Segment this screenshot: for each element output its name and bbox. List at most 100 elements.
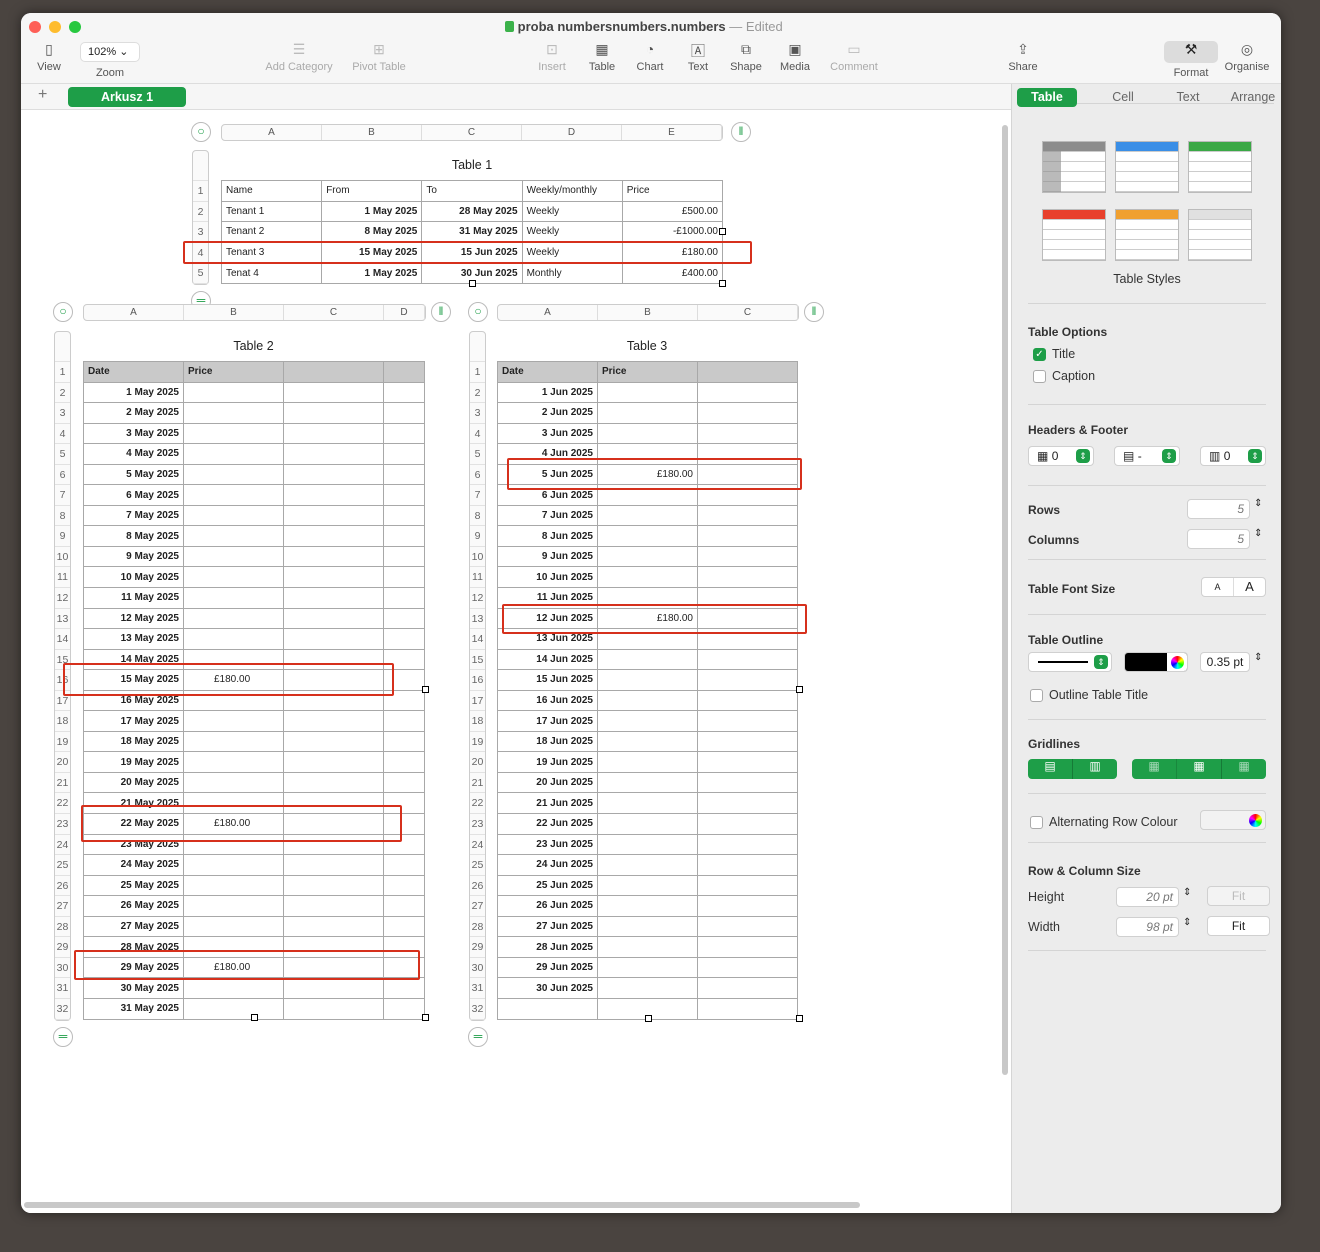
price-cell[interactable] [183, 525, 284, 547]
table-cell[interactable]: Tenat 4 [220, 262, 323, 284]
table-cell[interactable] [283, 874, 384, 897]
table-cell[interactable] [383, 771, 425, 794]
table-cell[interactable] [383, 997, 425, 1020]
price-cell[interactable] [597, 874, 698, 897]
resize-handle[interactable] [719, 228, 726, 235]
row-header-15[interactable]: 15 [470, 650, 485, 671]
tab-table[interactable]: Table [1017, 88, 1077, 107]
table-cell[interactable] [697, 751, 798, 773]
date-cell[interactable]: 29 Jun 2025 [497, 956, 598, 979]
table-cell[interactable] [697, 997, 798, 1020]
row-header-9[interactable]: 9 [55, 526, 70, 547]
row-header-19[interactable]: 19 [55, 732, 70, 753]
table-cell[interactable]: Price [621, 180, 724, 202]
date-cell[interactable]: 27 Jun 2025 [497, 915, 598, 938]
table-cell[interactable] [283, 730, 384, 753]
price-cell[interactable] [597, 771, 698, 794]
row-header-31[interactable]: 31 [470, 978, 485, 999]
date-cell[interactable]: 21 Jun 2025 [497, 792, 598, 815]
vertical-scrollbar[interactable] [1002, 125, 1008, 1075]
price-cell[interactable] [597, 689, 698, 712]
date-cell[interactable]: 6 May 2025 [83, 484, 184, 506]
outline-width-stepper[interactable]: ⇕ [1254, 652, 1262, 663]
date-cell[interactable]: 3 Jun 2025 [497, 422, 598, 445]
table-cell[interactable] [697, 936, 798, 958]
row-header-18[interactable]: 18 [470, 711, 485, 732]
table-cell[interactable] [383, 463, 425, 486]
row-header-13[interactable]: 13 [470, 609, 485, 630]
column-header-a[interactable]: A [498, 305, 598, 320]
table-cell[interactable] [697, 504, 798, 527]
table-cell[interactable] [283, 854, 384, 876]
price-cell[interactable] [183, 443, 284, 465]
row-header-30[interactable]: 30 [470, 958, 485, 979]
table-cell[interactable] [697, 566, 798, 589]
row-header-1[interactable]: 1 [55, 362, 70, 383]
row-header-2[interactable]: 2 [55, 383, 70, 404]
table-style-2[interactable] [1115, 141, 1179, 193]
date-cell[interactable]: 2 Jun 2025 [497, 402, 598, 424]
column-header-c[interactable]: C [422, 125, 522, 140]
date-cell[interactable] [497, 997, 598, 1020]
price-cell[interactable] [597, 566, 698, 589]
row-header-12[interactable]: 12 [55, 588, 70, 609]
columns-stepper[interactable]: ⇕ [1254, 528, 1262, 539]
price-cell[interactable] [183, 422, 284, 445]
price-cell[interactable] [597, 813, 698, 835]
table-cell[interactable] [697, 854, 798, 876]
resize-handle[interactable] [469, 280, 476, 287]
row-header-5[interactable]: 5 [470, 444, 485, 465]
row-header-4[interactable]: 4 [55, 424, 70, 445]
row-header-28[interactable]: 28 [470, 917, 485, 938]
date-cell[interactable]: 26 May 2025 [83, 895, 184, 917]
height-field[interactable]: 20 pt [1116, 887, 1179, 907]
outline-table-title-checkbox[interactable] [1030, 689, 1043, 702]
column-header-b[interactable]: B [184, 305, 284, 320]
table-cell[interactable] [383, 422, 425, 445]
row-header-28[interactable]: 28 [55, 917, 70, 938]
row-header-1[interactable]: 1 [193, 181, 208, 202]
price-cell[interactable] [597, 730, 698, 753]
row-header-3[interactable]: 3 [55, 403, 70, 424]
table-cell[interactable]: 8 May 2025 [321, 221, 423, 243]
resize-handle[interactable] [422, 1014, 429, 1021]
resize-handle[interactable] [251, 1014, 258, 1021]
price-cell[interactable] [597, 648, 698, 671]
resize-handle[interactable] [796, 686, 803, 693]
price-cell[interactable] [183, 587, 284, 609]
table-style-1[interactable] [1042, 141, 1106, 193]
row-header-14[interactable]: 14 [55, 629, 70, 650]
row-header-22[interactable]: 22 [55, 793, 70, 815]
row-header-22[interactable]: 22 [470, 793, 485, 815]
row-header-2[interactable]: 2 [193, 202, 208, 223]
header-cell[interactable]: Date [83, 361, 184, 383]
table-cell[interactable] [383, 402, 425, 424]
price-cell[interactable] [183, 545, 284, 568]
row-header-20[interactable]: 20 [470, 752, 485, 773]
table-cell[interactable] [283, 525, 384, 547]
zoom-select[interactable]: 102% ⌄ [80, 42, 140, 62]
price-cell[interactable] [183, 566, 284, 589]
tab-text[interactable]: Text [1157, 88, 1219, 107]
price-cell[interactable] [183, 771, 284, 794]
select-t2-button[interactable]: ○ [53, 302, 73, 322]
table-cell[interactable]: Weekly [521, 221, 623, 243]
row-header-25[interactable]: 25 [470, 855, 485, 876]
table-cell[interactable] [697, 381, 798, 404]
header-cell[interactable]: Date [497, 361, 598, 383]
table-cell[interactable] [283, 422, 384, 445]
table-cell[interactable]: Weekly [521, 200, 623, 223]
outline-width-field[interactable]: 0.35 pt [1200, 652, 1250, 672]
add-sheet-button[interactable]: + [38, 86, 47, 104]
add-column-button[interactable]: ‖ [731, 122, 751, 142]
add-row-button[interactable]: ═ [53, 1027, 73, 1047]
price-cell[interactable] [183, 874, 284, 897]
table-cell[interactable] [383, 545, 425, 568]
table-cell[interactable] [697, 689, 798, 712]
price-cell[interactable] [183, 977, 284, 999]
increase-font-button[interactable]: A [1234, 578, 1265, 596]
table-cell[interactable] [383, 607, 425, 630]
table-cell[interactable] [383, 525, 425, 547]
row-header-12[interactable]: 12 [470, 588, 485, 609]
select-t3-button[interactable]: ○ [468, 302, 488, 322]
